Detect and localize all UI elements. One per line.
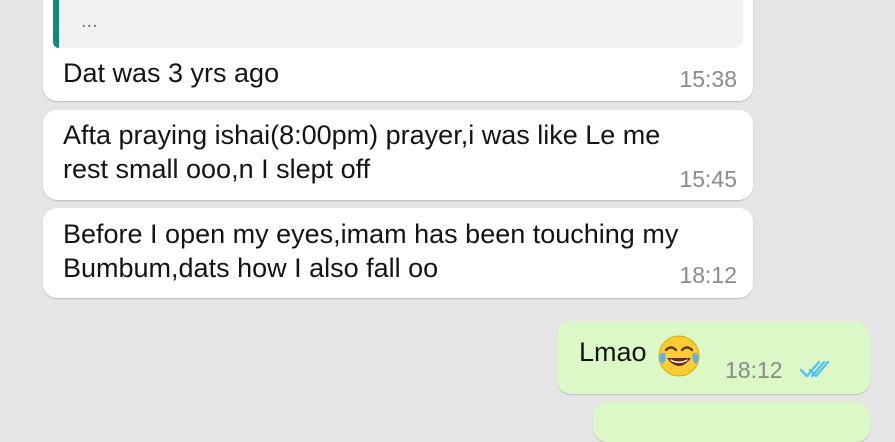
- message-text: Afta praying ishai(8:00pm) prayer,i was …: [63, 120, 661, 184]
- quoted-message-preview: ...: [81, 10, 98, 32]
- message-timestamp: 15:38: [679, 66, 737, 92]
- read-double-check-icon: [799, 360, 830, 378]
- message-text: Lmao: [579, 337, 647, 367]
- message-bubble-incoming[interactable]: Before I open my eyes,imam has been touc…: [43, 208, 753, 298]
- message-timestamp: 18:12: [725, 357, 783, 383]
- message-bubble-outgoing-partial[interactable]: [593, 402, 870, 442]
- message-timestamp: 18:12: [679, 262, 737, 288]
- face-with-tears-of-joy-icon: [658, 335, 700, 377]
- message-timestamp: 15:45: [679, 166, 737, 192]
- message-bubble-incoming[interactable]: Afta praying ishai(8:00pm) prayer,i was …: [43, 110, 753, 200]
- message-text: Dat was 3 yrs ago: [63, 58, 280, 88]
- message-bubble-outgoing[interactable]: Lmao 18:12: [557, 321, 870, 394]
- quoted-message[interactable]: ...: [53, 0, 743, 48]
- message-bubble-incoming[interactable]: ... Dat was 3 yrs ago 15:38: [43, 0, 753, 101]
- message-text: Before I open my eyes,imam has been touc…: [63, 219, 679, 283]
- quote-accent-bar: [53, 0, 59, 48]
